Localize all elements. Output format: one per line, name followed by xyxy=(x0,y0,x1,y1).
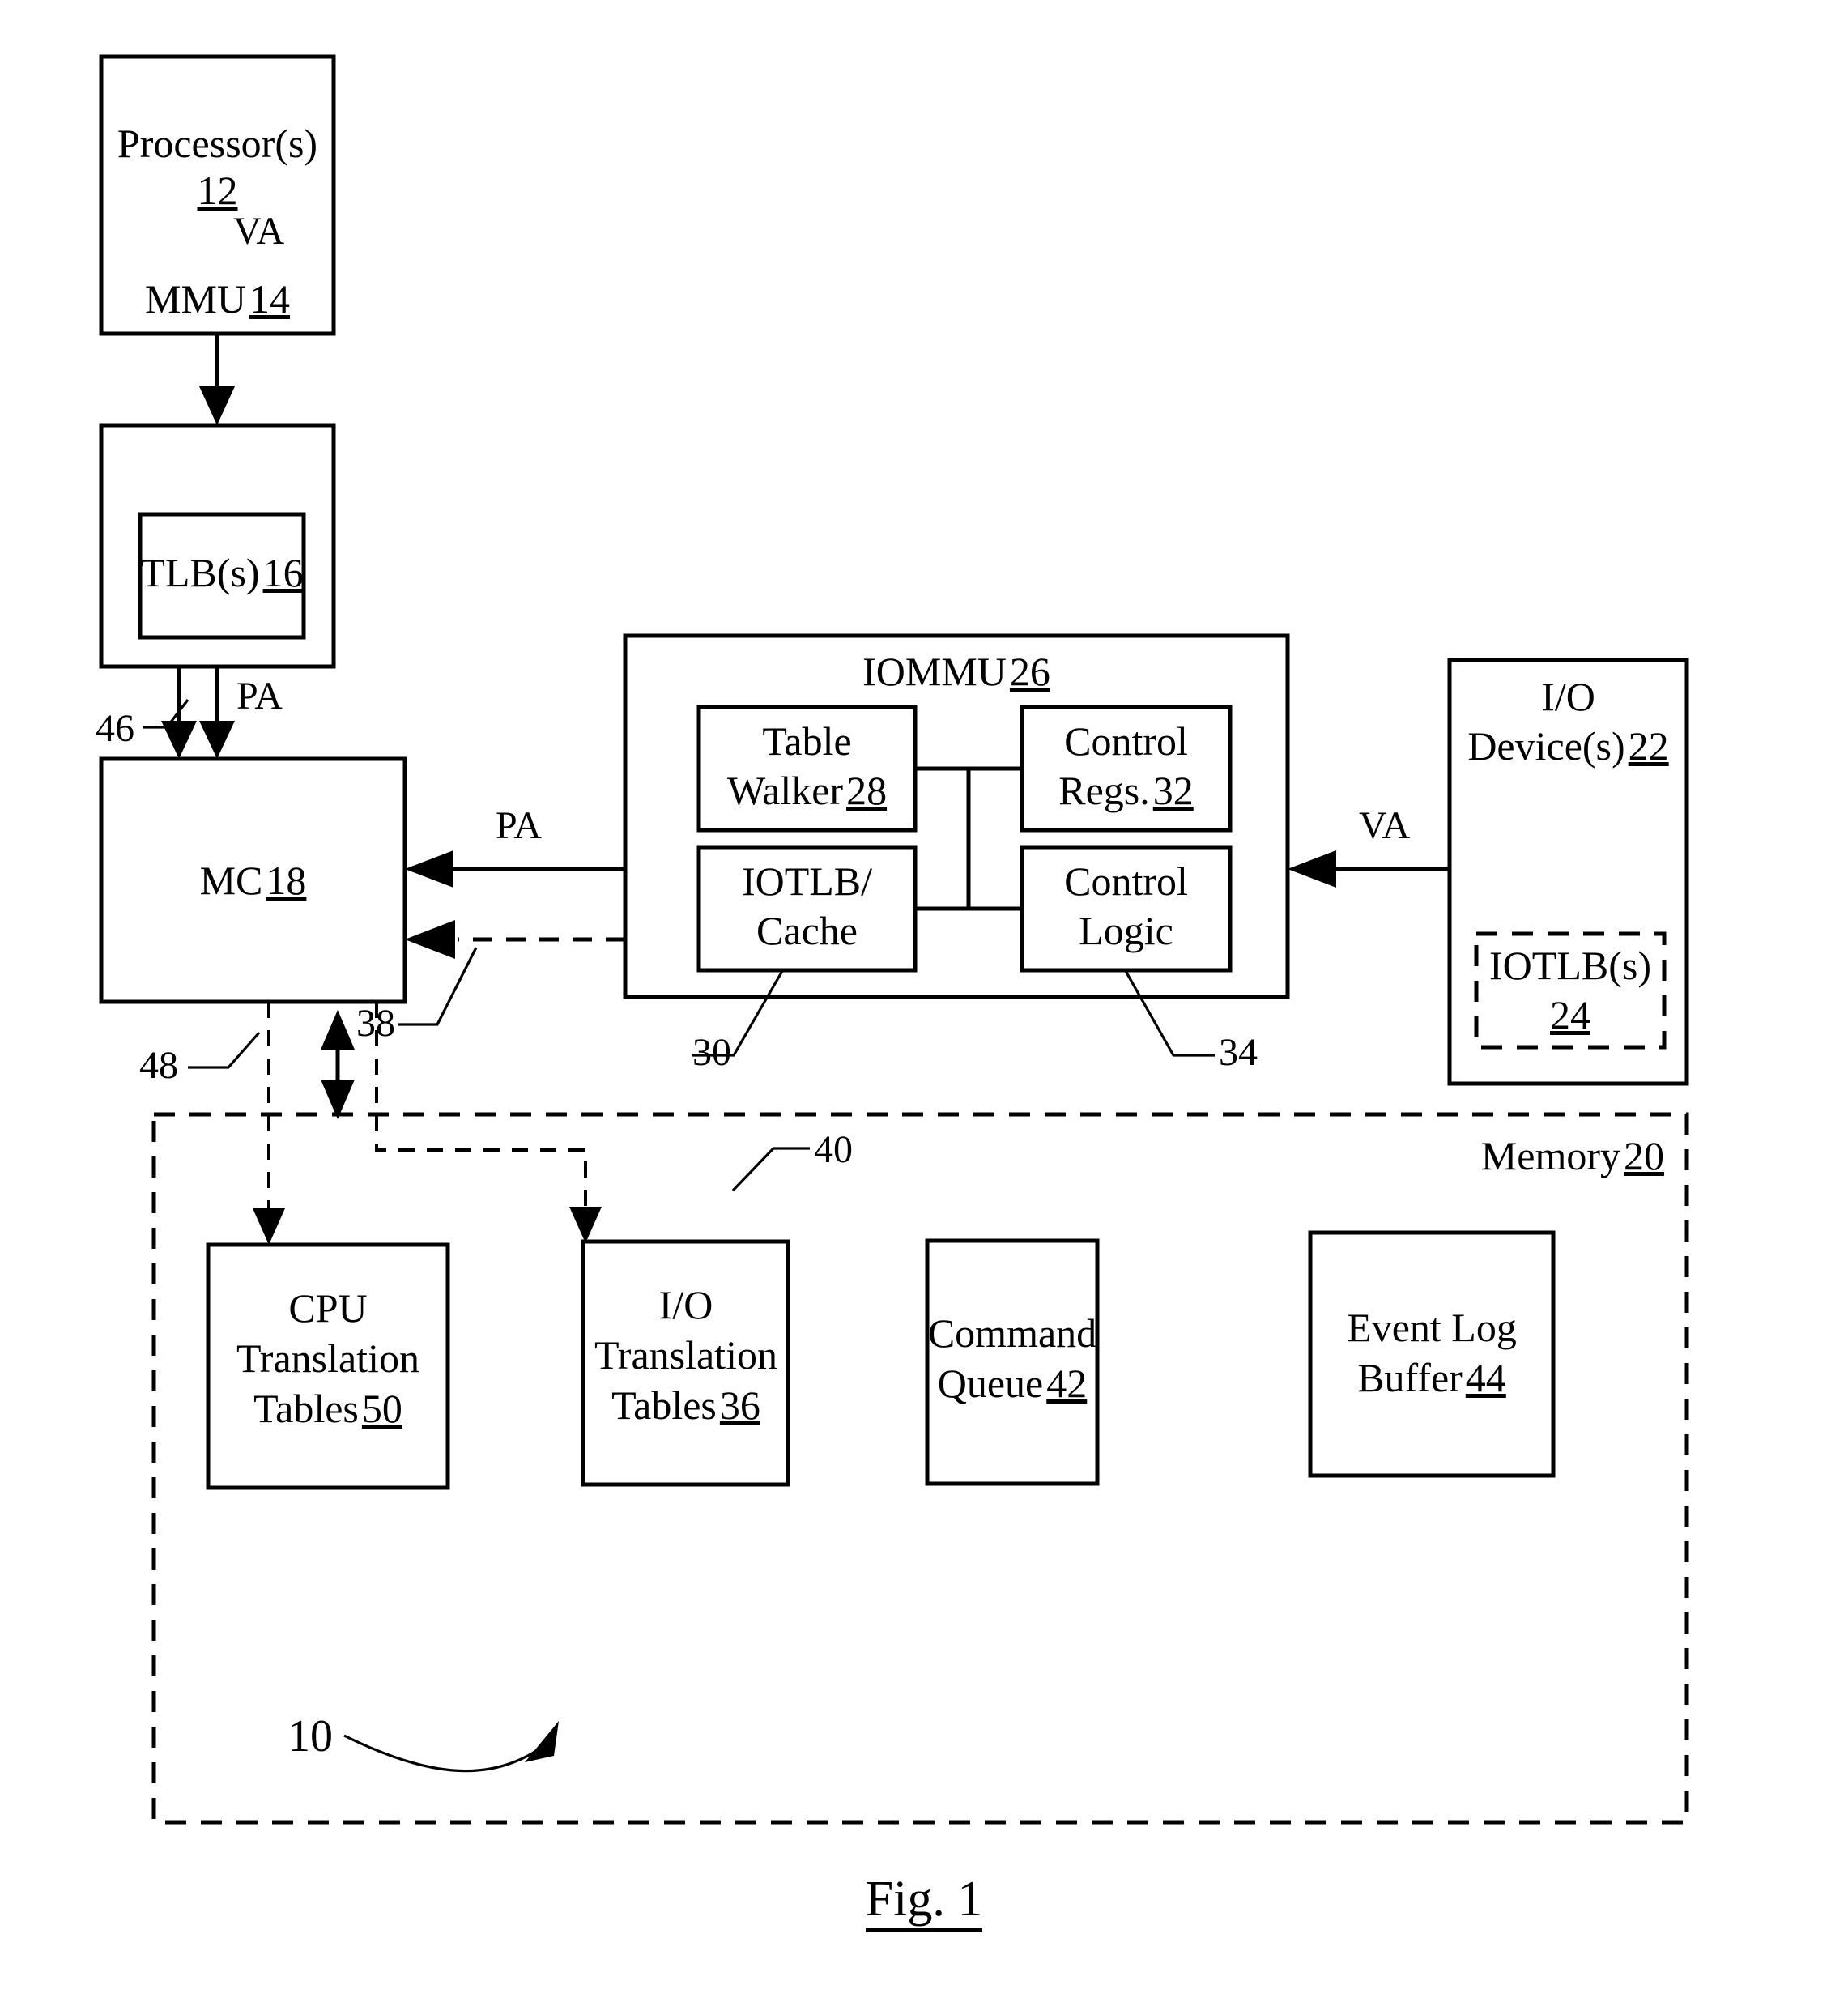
signal-va-device-iommu-text: VA xyxy=(1359,804,1411,847)
ref-callout-48-text: 48 xyxy=(139,1044,178,1087)
processor-label: Processor(s) 12 xyxy=(101,120,334,214)
iommu-label: IOMMU 26 xyxy=(625,648,1288,695)
command-queue-label: Command Queue 42 xyxy=(899,1308,1126,1408)
io-translation-tables-line3: Tables xyxy=(611,1382,717,1428)
io-device-iotlb-ref: 24 xyxy=(1550,992,1590,1037)
control-logic-label-line2: Logic xyxy=(1079,908,1173,953)
control-regs-label-line2: Regs. xyxy=(1058,768,1150,813)
mmu-to-mc-pa-arrowhead xyxy=(199,721,235,759)
ref-callout-10-text: 10 xyxy=(287,1711,333,1761)
memory-ref: 20 xyxy=(1624,1133,1664,1178)
control-regs-label: Control Regs. 32 xyxy=(1022,717,1230,816)
link40-arrowhead xyxy=(569,1207,602,1243)
signal-pa-iommu-mc-text: PA xyxy=(496,804,542,847)
iommu-label-text: IOMMU xyxy=(862,649,1007,694)
io-device-iotlb-label: IOTLB(s) 24 xyxy=(1476,941,1664,1040)
table-walker-label: Table Walker 28 xyxy=(699,717,915,816)
io-translation-tables-line1: I/O xyxy=(658,1282,713,1327)
ref-callout-30: 30 xyxy=(692,1030,731,1075)
mc-ref: 18 xyxy=(266,858,307,903)
iotlb-cache-label: IOTLB/ Cache xyxy=(699,857,915,956)
control-regs-label-line1: Control xyxy=(1064,718,1188,764)
io-device-label-line2: Device(s) xyxy=(1467,723,1625,769)
ref-callout-46: 46 xyxy=(96,706,134,751)
control-regs-ref: 32 xyxy=(1152,768,1194,813)
processor-ref: 12 xyxy=(197,168,238,213)
tlb-label-text: TLB(s) xyxy=(140,550,260,595)
ref-callout-30-text: 30 xyxy=(692,1031,731,1074)
ref-callout-40: 40 xyxy=(814,1127,853,1172)
mc-label: MC 18 xyxy=(101,857,405,904)
ref-callout-34: 34 xyxy=(1219,1030,1258,1075)
iotlb-cache-label-line1: IOTLB/ xyxy=(741,858,873,904)
signal-va-processor-mmu-text: VA xyxy=(233,210,285,253)
control-logic-label-line1: Control xyxy=(1064,858,1188,904)
ref-callout-46-text: 46 xyxy=(96,707,134,750)
tlb-ref: 16 xyxy=(262,550,304,595)
command-queue-ref: 42 xyxy=(1046,1361,1088,1406)
io-translation-tables-label: I/O Translation Tables 36 xyxy=(568,1280,803,1430)
tlb-label: TLB(s) 16 xyxy=(140,549,304,596)
mc-memory-bus-arrowhead-up xyxy=(321,1010,355,1050)
mc-label-text: MC xyxy=(199,858,263,903)
io-device-label-line1: I/O xyxy=(1541,674,1595,719)
ref-callout-38-text: 38 xyxy=(356,1002,395,1045)
event-log-buffer-label: Event Log Buffer 44 xyxy=(1310,1302,1553,1403)
iommu-ref: 26 xyxy=(1009,649,1050,694)
patent-figure-1: Processor(s) 12 VA MMU 14 TLB(s) 16 46 P… xyxy=(0,0,1848,2002)
link38-arrowhead xyxy=(405,920,455,959)
link40-dashed-route xyxy=(375,1002,587,1221)
signal-pa-mmu-mc-text: PA xyxy=(236,675,283,718)
ref-callout-34-text: 34 xyxy=(1219,1031,1258,1074)
figure-caption-text: Fig. 1 xyxy=(865,1872,983,1932)
event-log-buffer-ref: 44 xyxy=(1465,1355,1506,1400)
ref-callout-10: 10 xyxy=(287,1710,333,1762)
signal-pa-mmu-mc: PA xyxy=(236,674,283,718)
mmu-label-text: MMU xyxy=(144,276,247,322)
table-walker-ref: 28 xyxy=(846,768,888,813)
cpu-translation-tables-line2: Translation xyxy=(236,1335,419,1381)
event-log-buffer-line2: Buffer xyxy=(1357,1355,1463,1400)
io-device-label: I/O Device(s) 22 xyxy=(1450,672,1687,771)
table-walker-label-line1: Table xyxy=(762,718,852,764)
io-translation-tables-ref: 36 xyxy=(719,1382,760,1428)
command-queue-line2: Queue xyxy=(937,1361,1044,1406)
bus48-drop-arrowhead xyxy=(253,1208,285,1245)
processor-to-mmu-arrowhead xyxy=(199,386,235,425)
io-device-iotlb-label-text: IOTLB(s) xyxy=(1489,943,1651,988)
ref-callout-48: 48 xyxy=(139,1043,178,1088)
bus48-leader xyxy=(188,1031,261,1069)
iotlb-cache-label-line2: Cache xyxy=(756,908,858,953)
mmu-label: MMU 14 xyxy=(101,275,334,322)
io-device-ref: 22 xyxy=(1628,723,1669,769)
memory-label-text: Memory xyxy=(1480,1133,1620,1178)
cpu-translation-tables-ref: 50 xyxy=(361,1386,402,1431)
event-log-buffer-line1: Event Log xyxy=(1347,1305,1517,1350)
table-walker-label-line2: Walker xyxy=(726,768,844,813)
signal-va-device-iommu: VA xyxy=(1359,803,1410,848)
link40-leader xyxy=(731,1147,810,1192)
ref-callout-40-text: 40 xyxy=(814,1128,853,1171)
command-queue-line1: Command xyxy=(927,1310,1097,1356)
ref-callout-38: 38 xyxy=(356,1001,395,1046)
device-to-iommu-va-arrowhead xyxy=(1288,850,1336,888)
system10-curve xyxy=(343,1734,542,1773)
memory-label: Memory 20 xyxy=(1296,1132,1664,1179)
iommu-to-mc-pa-arrowhead xyxy=(405,850,453,888)
link38-leader xyxy=(398,947,478,1026)
mmu-ref: 14 xyxy=(249,276,291,322)
control-logic-label: Control Logic xyxy=(1022,857,1230,956)
figure-caption: Fig. 1 xyxy=(0,1871,1848,1932)
system10-arrowhead xyxy=(525,1721,559,1762)
cpu-translation-tables-line1: CPU xyxy=(288,1285,368,1331)
signal-va-processor-mmu: VA xyxy=(233,209,284,253)
signal-pa-iommu-mc: PA xyxy=(496,803,542,848)
processor-label-text: Processor(s) xyxy=(117,121,318,166)
cpu-translation-tables-label: CPU Translation Tables 50 xyxy=(208,1283,448,1433)
cpu-translation-tables-line3: Tables xyxy=(253,1386,359,1431)
io-translation-tables-line2: Translation xyxy=(594,1332,777,1378)
